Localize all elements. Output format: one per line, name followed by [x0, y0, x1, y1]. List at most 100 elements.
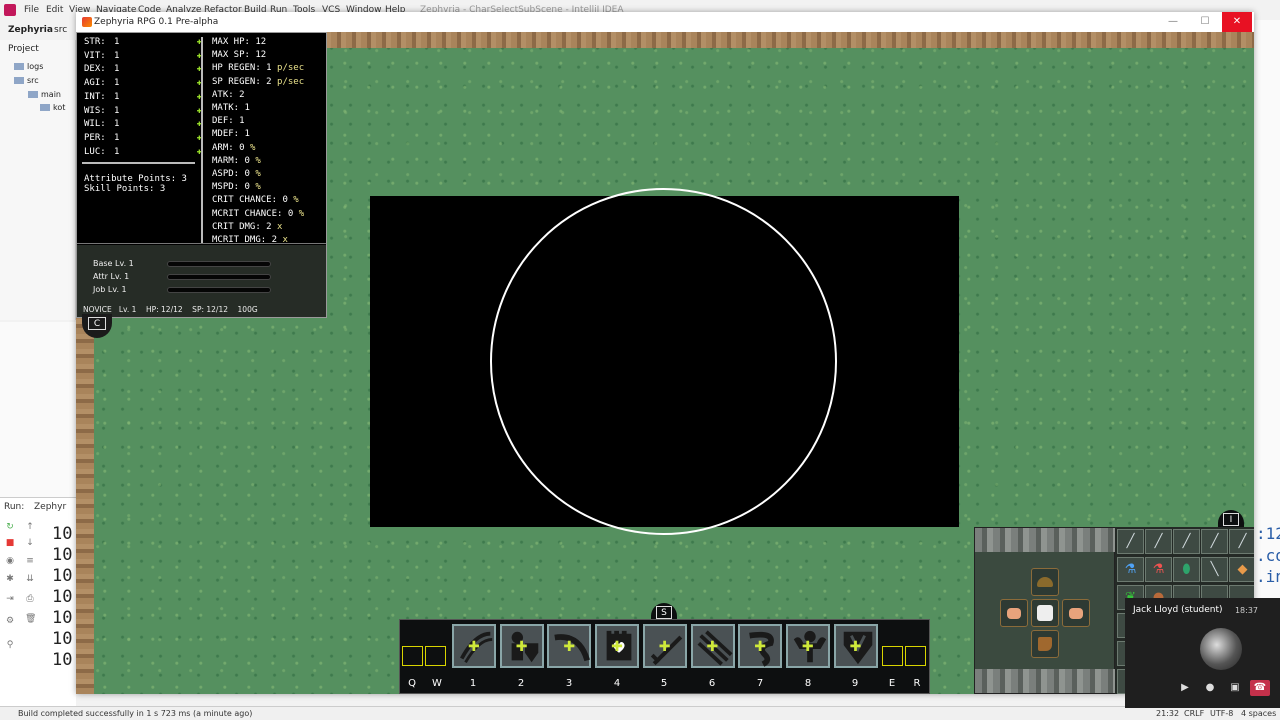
exit-icon[interactable]: ⇥	[5, 594, 15, 604]
derived-stat-text: HP REGEN: 1	[212, 63, 272, 74]
skill-slot-6[interactable]: ✚	[690, 624, 735, 668]
inventory-slot[interactable]: ⬮	[1173, 557, 1200, 582]
derived-stat-row: ATK: 2	[212, 90, 245, 100]
project-label[interactable]: Project	[8, 44, 39, 54]
debug-icon[interactable]: ✱	[5, 574, 15, 584]
stat-value: 1	[114, 146, 120, 157]
derived-stat-row: ARM: 0 %	[212, 143, 255, 153]
hang-up-button[interactable]: ☎	[1250, 680, 1270, 696]
stat-label: LUC:	[84, 146, 106, 157]
skill-slot-5[interactable]: ✚	[642, 624, 687, 668]
game-world[interactable]: STR: 1 ✚ VIT: 1 ✚ DEX: 1 ✚ AGI: 1 ✚ INT: 1 ✚ WIS: 1 ✚ WIL:…	[76, 32, 1254, 694]
transition-overlay	[370, 188, 959, 535]
menu-file[interactable]: File	[24, 5, 39, 15]
soft-wrap-icon[interactable]: ≡	[25, 556, 35, 566]
derived-stat-row: MSPD: 0 %	[212, 182, 261, 192]
quick-slot[interactable]	[402, 646, 423, 666]
equipment-panel	[974, 527, 1116, 694]
indent-setting[interactable]: 4 spaces	[1241, 709, 1276, 718]
ide-empty-area	[0, 322, 76, 497]
settings-icon[interactable]: ⚙	[5, 616, 15, 626]
line-separator[interactable]: CRLF	[1184, 709, 1204, 718]
inventory-slot[interactable]: ╱	[1229, 529, 1254, 554]
inventory-slot[interactable]: ⚗	[1145, 557, 1172, 582]
left-hand-slot[interactable]	[1000, 599, 1028, 627]
stat-value: 1	[114, 91, 120, 102]
stat-value: 1	[114, 37, 120, 47]
console-line: 10	[52, 650, 73, 670]
minimize-button[interactable]: —	[1158, 12, 1188, 32]
derived-stat-row: MAX HP: 12	[212, 37, 266, 47]
character-panel-toggle[interactable]: C	[82, 314, 112, 338]
inventory-slot[interactable]: ╱	[1117, 529, 1144, 554]
menu-edit[interactable]: Edit	[46, 5, 63, 15]
tree-item-main[interactable]: main	[28, 90, 61, 99]
inventory-slot[interactable]: ╱	[1201, 529, 1228, 554]
participant-avatar	[1200, 628, 1242, 670]
tree-item-src[interactable]: src	[14, 76, 39, 85]
ide-breadcrumb: Zephyria src	[0, 20, 80, 40]
skill-slot-3[interactable]: ✚	[547, 624, 592, 668]
stat-value: 1	[114, 119, 120, 130]
derived-stat-text: MARM: 0	[212, 155, 250, 166]
breadcrumb-project[interactable]: Zephyria	[8, 25, 53, 35]
derived-stat-text: MDEF: 1	[212, 129, 250, 140]
quick-slot[interactable]	[882, 646, 903, 666]
helmet-slot[interactable]	[1031, 568, 1059, 596]
maximize-button[interactable]: ☐	[1190, 12, 1220, 32]
tree-item-logs[interactable]: logs	[14, 62, 43, 71]
cursor-position[interactable]: 21:32	[1156, 709, 1179, 718]
inventory-toggle[interactable]: I	[1218, 510, 1244, 528]
skill-slot-9[interactable]: ✚	[833, 624, 878, 668]
quick-slot[interactable]	[425, 646, 446, 666]
rerun-icon[interactable]: ↻	[5, 522, 15, 532]
close-button[interactable]: ✕	[1222, 12, 1252, 32]
run-tab[interactable]: Zephyr	[34, 502, 66, 512]
share-screen-icon[interactable]: ▣	[1225, 680, 1245, 696]
derived-stat-row: DEF: 1	[212, 116, 245, 126]
skill-slot-4[interactable]: ✚	[595, 624, 640, 668]
stop-icon[interactable]: ■	[5, 538, 15, 548]
quick-slot[interactable]	[905, 646, 926, 666]
base-level-label: Base Lv. 1	[93, 259, 134, 268]
scroll-down-icon[interactable]: ↓	[25, 538, 35, 548]
armor-slot[interactable]	[1031, 599, 1059, 627]
run-panel: Run: Zephyr ↻ ■ ◉ ✱ ⇥ ⚙ ⚲ ↑ ↓ ≡ ⇊ ⎙ 🗑 10…	[0, 497, 76, 706]
camera-toggle-icon[interactable]: ▶	[1175, 680, 1195, 696]
sword-item-icon: ╱	[1182, 534, 1191, 549]
tree-item-kotlin[interactable]: kot	[40, 103, 65, 112]
boots-slot[interactable]	[1031, 630, 1059, 658]
pin-icon[interactable]: ⚲	[5, 640, 15, 650]
inventory-slot[interactable]: ╱	[1173, 529, 1200, 554]
derived-stat-unit: x	[277, 221, 283, 232]
file-encoding[interactable]: UTF-8	[1210, 709, 1233, 718]
microphone-icon[interactable]: ●	[1200, 680, 1220, 696]
base-stat-row: AGI: 1 ✚	[84, 78, 202, 91]
skill-slot-7[interactable]: ✚	[738, 624, 783, 668]
trash-icon[interactable]: 🗑	[25, 614, 36, 624]
skill-slot-8[interactable]: ✚	[785, 624, 830, 668]
sword-item-icon: ╱	[1154, 534, 1163, 549]
base-stat-row: INT: 1 ✚	[84, 92, 202, 105]
inventory-slot[interactable]: ◆	[1229, 557, 1254, 582]
console-line: 10	[52, 524, 73, 544]
right-hand-slot[interactable]	[1062, 599, 1090, 627]
derived-stat-row: MAX SP: 12	[212, 50, 266, 60]
camera-icon[interactable]: ◉	[5, 556, 15, 566]
stat-label: INT:	[84, 91, 106, 102]
video-call-overlay: Jack Lloyd (student) 18:37 ▶ ● ▣ ☎	[1125, 598, 1280, 708]
intellij-icon	[4, 4, 16, 16]
skill-slot-1[interactable]: ✚	[452, 624, 496, 668]
scroll-up-icon[interactable]: ↑	[25, 522, 35, 532]
inventory-slot[interactable]: ╲	[1201, 557, 1228, 582]
derived-stat-unit: p/sec	[277, 76, 305, 87]
skill-slot-2[interactable]: ✚	[499, 624, 544, 668]
breadcrumb-src[interactable]: src	[54, 25, 67, 35]
helmet-icon	[1037, 577, 1053, 587]
print-icon[interactable]: ⎙	[25, 594, 35, 604]
inventory-slot[interactable]: ⚗	[1117, 557, 1144, 582]
scroll-end-icon[interactable]: ⇊	[25, 574, 35, 584]
skill-upgrade-plus: ✚	[706, 639, 719, 655]
inventory-slot[interactable]: ╱	[1145, 529, 1172, 554]
derived-stat-row: MARM: 0 %	[212, 156, 261, 166]
